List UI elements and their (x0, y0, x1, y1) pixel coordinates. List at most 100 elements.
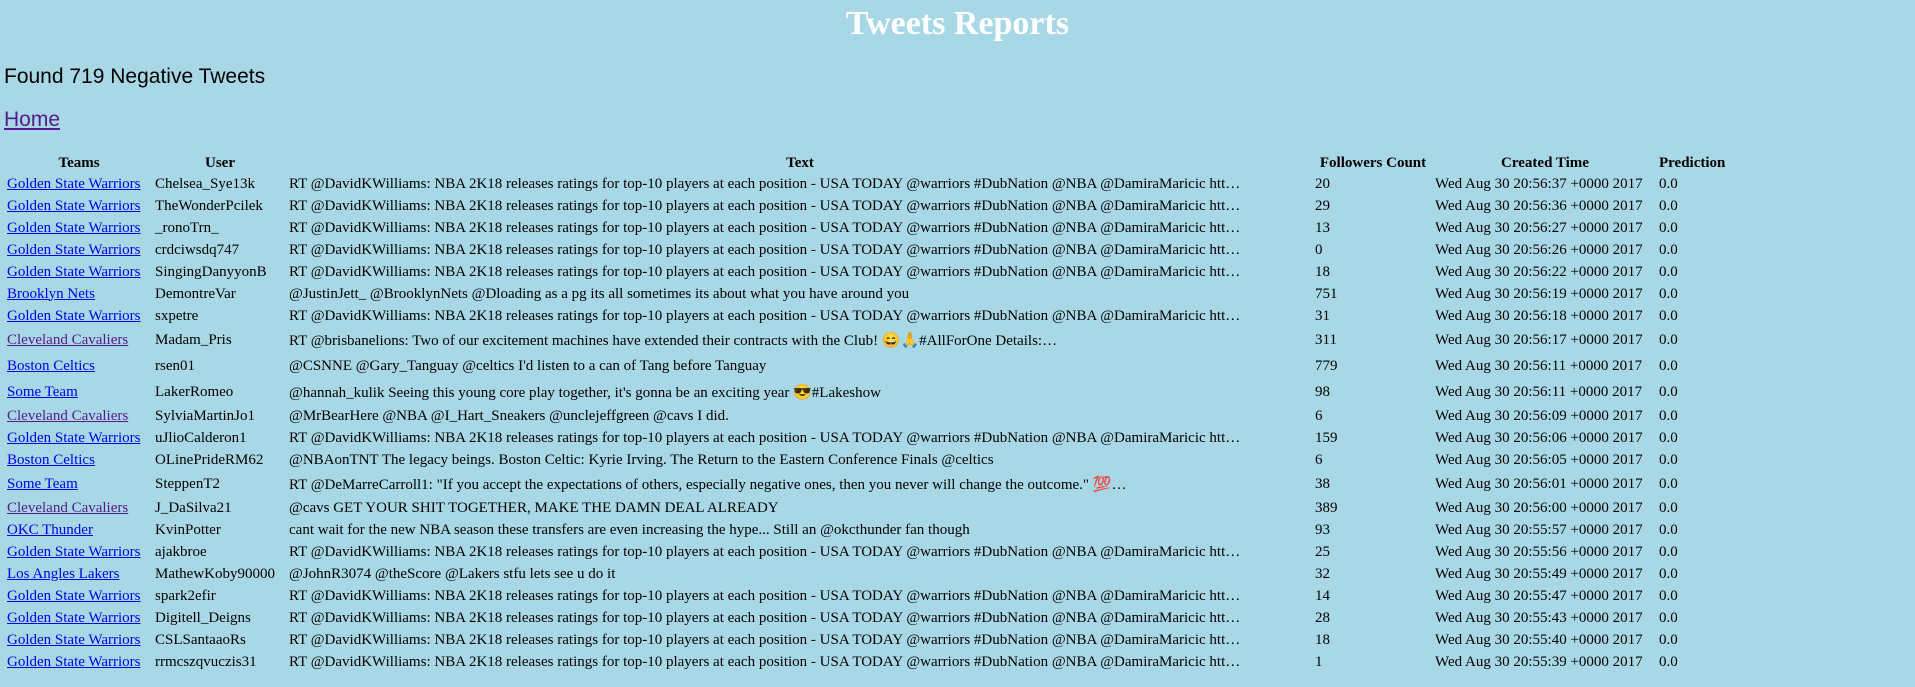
prediction-cell: 0.0 (1659, 653, 1678, 670)
team-cell: Golden State Warriors (6, 629, 152, 651)
team-link[interactable]: Some Team (7, 384, 78, 400)
prediction-cell: 0.0 (1659, 197, 1678, 214)
user-cell: MathewKoby90000 (155, 565, 275, 582)
team-cell: Golden State Warriors (6, 427, 152, 449)
team-cell: Golden State Warriors (6, 217, 152, 239)
followers-count-cell: 14 (1315, 587, 1330, 604)
followers-count-cell: 28 (1315, 609, 1330, 626)
team-link[interactable]: Los Angles Lakers (7, 566, 119, 582)
followers-count-cell: 18 (1315, 263, 1330, 280)
user-cell: Digitell_Deigns (155, 609, 251, 626)
created-time-cell: Wed Aug 30 20:56:11 +0000 2017 (1435, 383, 1643, 400)
prediction-cell: 0.0 (1659, 263, 1678, 280)
followers-count-cell: 25 (1315, 543, 1330, 560)
prediction-cell: 0.0 (1659, 331, 1678, 348)
team-cell: Golden State Warriors (6, 585, 152, 607)
team-link[interactable]: Golden State Warriors (7, 264, 140, 280)
tweet-text-cell: RT @DavidKWilliams: NBA 2K18 releases ra… (289, 197, 1241, 214)
team-link[interactable]: Golden State Warriors (7, 176, 140, 192)
team-cell: Golden State Warriors (6, 305, 152, 327)
followers-count-cell: 29 (1315, 197, 1330, 214)
tweet-text-cell: cant wait for the new NBA season these t… (289, 521, 970, 538)
prediction-cell: 0.0 (1659, 175, 1678, 192)
team-cell: Some Team (6, 471, 152, 497)
team-cell: Golden State Warriors (6, 651, 152, 673)
team-link[interactable]: Golden State Warriors (7, 242, 140, 258)
followers-count-cell: 6 (1315, 451, 1323, 468)
team-link[interactable]: Cleveland Cavaliers (7, 500, 128, 516)
header-created-time: Created Time (1501, 154, 1589, 171)
prediction-cell: 0.0 (1659, 565, 1678, 582)
created-time-cell: Wed Aug 30 20:56:36 +0000 2017 (1435, 197, 1643, 214)
team-link[interactable]: Some Team (7, 476, 78, 492)
header-user: User (205, 154, 235, 171)
team-link[interactable]: Golden State Warriors (7, 544, 140, 560)
team-link[interactable]: OKC Thunder (7, 522, 93, 538)
user-cell: crdciwsdq747 (155, 241, 240, 258)
user-cell: rrmcszqvuczis31 (155, 653, 257, 670)
team-link[interactable]: Golden State Warriors (7, 198, 140, 214)
team-link[interactable]: Cleveland Cavaliers (7, 408, 128, 424)
created-time-cell: Wed Aug 30 20:56:22 +0000 2017 (1435, 263, 1643, 280)
tweet-text-cell: RT @DeMarreCarroll1: "If you accept the … (289, 476, 1127, 493)
team-cell: Brooklyn Nets (6, 283, 152, 305)
table-row: Cleveland Cavaliers J_DaSilva21 @cavs GET … (6, 497, 1726, 519)
team-link[interactable]: Boston Celtics (7, 452, 95, 468)
team-link[interactable]: Golden State Warriors (7, 430, 140, 446)
team-cell: Golden State Warriors (6, 239, 152, 261)
prediction-cell: 0.0 (1659, 383, 1678, 400)
user-cell: OLinePrideRM62 (155, 451, 264, 468)
header-prediction: Prediction (1659, 154, 1726, 171)
created-time-cell: Wed Aug 30 20:56:19 +0000 2017 (1435, 285, 1643, 302)
tweet-text-cell: @hannah_kulik Seeing this young core pla… (289, 384, 881, 401)
table-row: Cleveland Cavaliers Madam_Pris RT @brisban… (6, 327, 1726, 353)
tweet-text-cell: RT @DavidKWilliams: NBA 2K18 releases ra… (289, 587, 1241, 604)
user-cell: Chelsea_Sye13k (155, 175, 255, 192)
team-link[interactable]: Golden State Warriors (7, 308, 140, 324)
table-row: Golden State Warriors TheWonderPcilek RT @… (6, 195, 1726, 217)
prediction-cell: 0.0 (1659, 307, 1678, 324)
followers-count-cell: 751 (1315, 285, 1338, 302)
followers-count-cell: 38 (1315, 475, 1330, 492)
home-link[interactable]: Home (4, 105, 60, 135)
tweet-text-cell: @JustinJett_ @BrooklynNets @Dloading as … (289, 285, 910, 302)
table-row: Golden State Warriors Chelsea_Sye13k RT @D… (6, 173, 1726, 195)
team-link[interactable]: Brooklyn Nets (7, 286, 95, 302)
tweet-text-cell: RT @DavidKWilliams: NBA 2K18 releases ra… (289, 609, 1241, 626)
team-cell: Boston Celtics (6, 353, 152, 379)
team-link[interactable]: Boston Celtics (7, 358, 95, 374)
tweet-text-cell: @JohnR3074 @theScore @Lakers stfu lets s… (289, 565, 616, 582)
prediction-cell: 0.0 (1659, 475, 1678, 492)
followers-count-cell: 18 (1315, 631, 1330, 648)
user-cell: ajakbroe (155, 543, 207, 560)
created-time-cell: Wed Aug 30 20:56:09 +0000 2017 (1435, 407, 1643, 424)
team-cell: Boston Celtics (6, 449, 152, 471)
team-cell: OKC Thunder (6, 519, 152, 541)
created-time-cell: Wed Aug 30 20:56:27 +0000 2017 (1435, 219, 1643, 236)
team-link[interactable]: Golden State Warriors (7, 610, 140, 626)
created-time-cell: Wed Aug 30 20:56:18 +0000 2017 (1435, 307, 1643, 324)
created-time-cell: Wed Aug 30 20:55:57 +0000 2017 (1435, 521, 1643, 538)
followers-count-cell: 98 (1315, 383, 1330, 400)
team-link[interactable]: Golden State Warriors (7, 588, 140, 604)
team-link[interactable]: Golden State Warriors (7, 654, 140, 670)
page-title: Tweets Reports (845, 5, 1070, 42)
table-row: Golden State Warriors SingingDanyyonB RT @… (6, 261, 1726, 283)
followers-count-cell: 93 (1315, 521, 1330, 538)
header-followers-count: Followers Count (1319, 154, 1427, 171)
followers-count-cell: 6 (1315, 407, 1323, 424)
user-cell: spark2efir (155, 587, 216, 604)
team-link[interactable]: Golden State Warriors (7, 220, 140, 236)
prediction-cell: 0.0 (1659, 609, 1678, 626)
created-time-cell: Wed Aug 30 20:56:00 +0000 2017 (1435, 499, 1643, 516)
tweet-text-cell: RT @DavidKWilliams: NBA 2K18 releases ra… (289, 175, 1241, 192)
followers-count-cell: 20 (1315, 175, 1330, 192)
team-link[interactable]: Golden State Warriors (7, 632, 140, 648)
table-row: Boston Celtics rsen01 @CSNNE @Gary_Tanguay… (6, 353, 1726, 379)
tweet-text-cell: RT @DavidKWilliams: NBA 2K18 releases ra… (289, 653, 1241, 670)
team-link[interactable]: Cleveland Cavaliers (7, 332, 128, 348)
tweet-text-cell: RT @DavidKWilliams: NBA 2K18 releases ra… (289, 429, 1241, 446)
tweet-text-cell: RT @brisbanelions: Two of our excitement… (289, 332, 1058, 349)
created-time-cell: Wed Aug 30 20:55:47 +0000 2017 (1435, 587, 1643, 604)
followers-count-cell: 0 (1315, 241, 1323, 258)
